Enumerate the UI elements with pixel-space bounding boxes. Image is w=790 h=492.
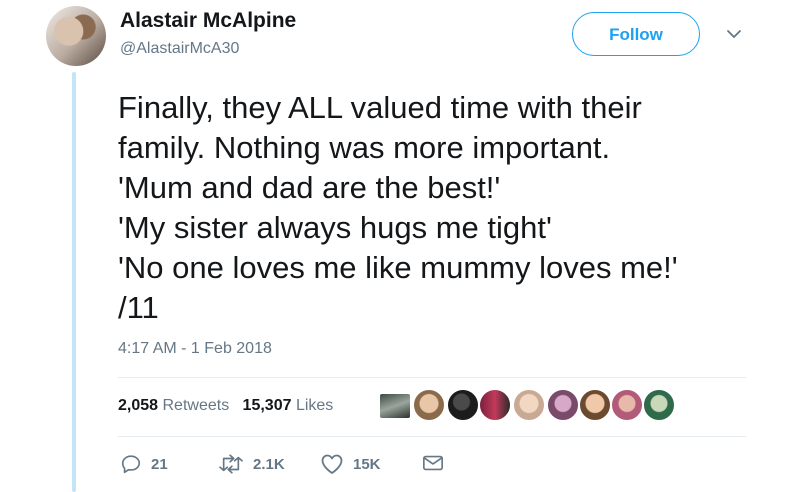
author-name[interactable]: Alastair McAlpine	[120, 9, 296, 33]
tweet-line: 'Mum and dad are the best!'	[118, 170, 501, 205]
divider	[118, 377, 746, 378]
retweet-count: 2.1K	[253, 455, 285, 473]
tweet-line: family. Nothing was more important.	[118, 130, 611, 165]
likes-label: Likes	[295, 397, 334, 414]
engagement-stats: 2,058 Retweets 15,307 Likes	[118, 397, 333, 415]
retweets-stat[interactable]: 2,058 Retweets	[118, 397, 229, 414]
liker-avatar[interactable]	[512, 388, 546, 422]
retweets-count: 2,058	[118, 397, 159, 414]
tweet-line: 'My sister always hugs me tight'	[118, 210, 552, 245]
liker-avatar[interactable]	[478, 388, 512, 422]
tweet-timestamp[interactable]: 4:17 AM - 1 Feb 2018	[118, 340, 272, 358]
liker-avatar[interactable]	[412, 388, 446, 422]
reply-count: 21	[151, 455, 168, 473]
reply-button[interactable]: 21	[120, 453, 168, 475]
reply-icon	[121, 455, 141, 474]
retweets-label: Retweets	[162, 397, 230, 414]
retweet-button[interactable]: 2.1K	[218, 453, 285, 475]
like-button[interactable]: 15K	[320, 453, 381, 475]
likes-stat[interactable]: 15,307 Likes	[243, 397, 334, 414]
liker-avatar[interactable]	[546, 388, 580, 422]
follow-button[interactable]: Follow	[572, 12, 700, 56]
heart-icon	[321, 454, 343, 474]
likes-count: 15,307	[242, 397, 292, 414]
like-count: 15K	[353, 455, 381, 473]
tweet-line: 'No one loves me like mummy loves me!'	[118, 250, 678, 285]
divider	[118, 436, 746, 437]
retweet-icon	[219, 454, 243, 474]
liker-avatar[interactable]	[446, 388, 480, 422]
envelope-icon	[423, 455, 443, 471]
tweet-text: Finally, they ALL valued time with their…	[118, 88, 778, 328]
chevron-down-icon[interactable]	[726, 28, 742, 40]
direct-message-button[interactable]	[422, 453, 444, 473]
thread-line	[72, 72, 76, 492]
avatar[interactable]	[46, 6, 106, 66]
liker-avatar[interactable]	[378, 392, 412, 420]
liker-avatar[interactable]	[642, 388, 676, 422]
liker-avatar[interactable]	[578, 388, 612, 422]
tweet-line: Finally, they ALL valued time with their	[118, 90, 642, 125]
tweet-line: /11	[118, 290, 159, 325]
author-handle[interactable]: @AlastairMcA30	[120, 40, 239, 58]
liker-avatar[interactable]	[610, 388, 644, 422]
